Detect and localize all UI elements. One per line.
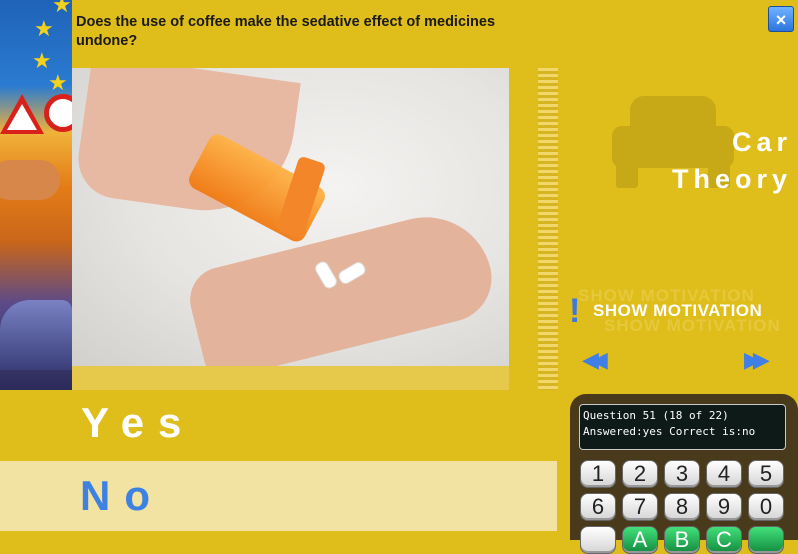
star-icon: ★	[32, 48, 52, 73]
previous-question-button[interactable]: ◀◀	[582, 348, 618, 372]
star-icon: ★	[34, 16, 54, 41]
next-question-button[interactable]: ▶▶	[744, 348, 780, 372]
exclamation-icon: !	[569, 292, 581, 330]
star-icon: ★	[48, 70, 68, 95]
question-image-frame	[72, 68, 509, 390]
answer-no-label[interactable]: No	[80, 471, 164, 521]
key-a[interactable]: A	[622, 526, 658, 554]
answer-option-yes[interactable]: Yes	[73, 392, 557, 458]
show-motivation-button[interactable]: SHOW MOTIVATION	[593, 301, 762, 321]
decorative-banner: ★ ★ ★ ★	[0, 0, 72, 390]
key-7[interactable]: 7	[622, 493, 658, 521]
key-blank-left[interactable]	[580, 526, 616, 554]
key-b[interactable]: B	[664, 526, 700, 554]
brand-line-1: Car	[731, 127, 792, 157]
status-screen: Question 51 (18 of 22) Answered:yes Corr…	[579, 404, 786, 450]
key-0[interactable]: 0	[748, 493, 784, 521]
key-1[interactable]: 1	[580, 460, 616, 488]
key-3[interactable]: 3	[664, 460, 700, 488]
keypad-device: Question 51 (18 of 22) Answered:yes Corr…	[570, 394, 798, 554]
key-8[interactable]: 8	[664, 493, 700, 521]
status-line-answer: Answered:yes Correct is:no	[583, 425, 756, 438]
traffic-sign-icon	[44, 94, 72, 132]
car-image	[0, 300, 72, 370]
question-image	[72, 68, 509, 366]
answer-option-no[interactable]: No	[0, 461, 557, 531]
status-line-question: Question 51 (18 of 22)	[583, 409, 729, 422]
close-button[interactable]: ×	[768, 6, 794, 32]
brand-line-2: Theory	[671, 164, 792, 194]
decorative-divider	[538, 68, 558, 390]
star-icon: ★	[52, 0, 72, 17]
brand-title: Car Theory	[670, 124, 792, 198]
key-9[interactable]: 9	[706, 493, 742, 521]
key-2[interactable]: 2	[622, 460, 658, 488]
key-6[interactable]: 6	[580, 493, 616, 521]
question-text: Does the use of coffee make the sedative…	[76, 14, 496, 49]
key-c[interactable]: C	[706, 526, 742, 554]
key-4[interactable]: 4	[706, 460, 742, 488]
key-5[interactable]: 5	[748, 460, 784, 488]
answer-yes-label[interactable]: Yes	[81, 398, 195, 448]
key-enter[interactable]	[748, 526, 784, 554]
